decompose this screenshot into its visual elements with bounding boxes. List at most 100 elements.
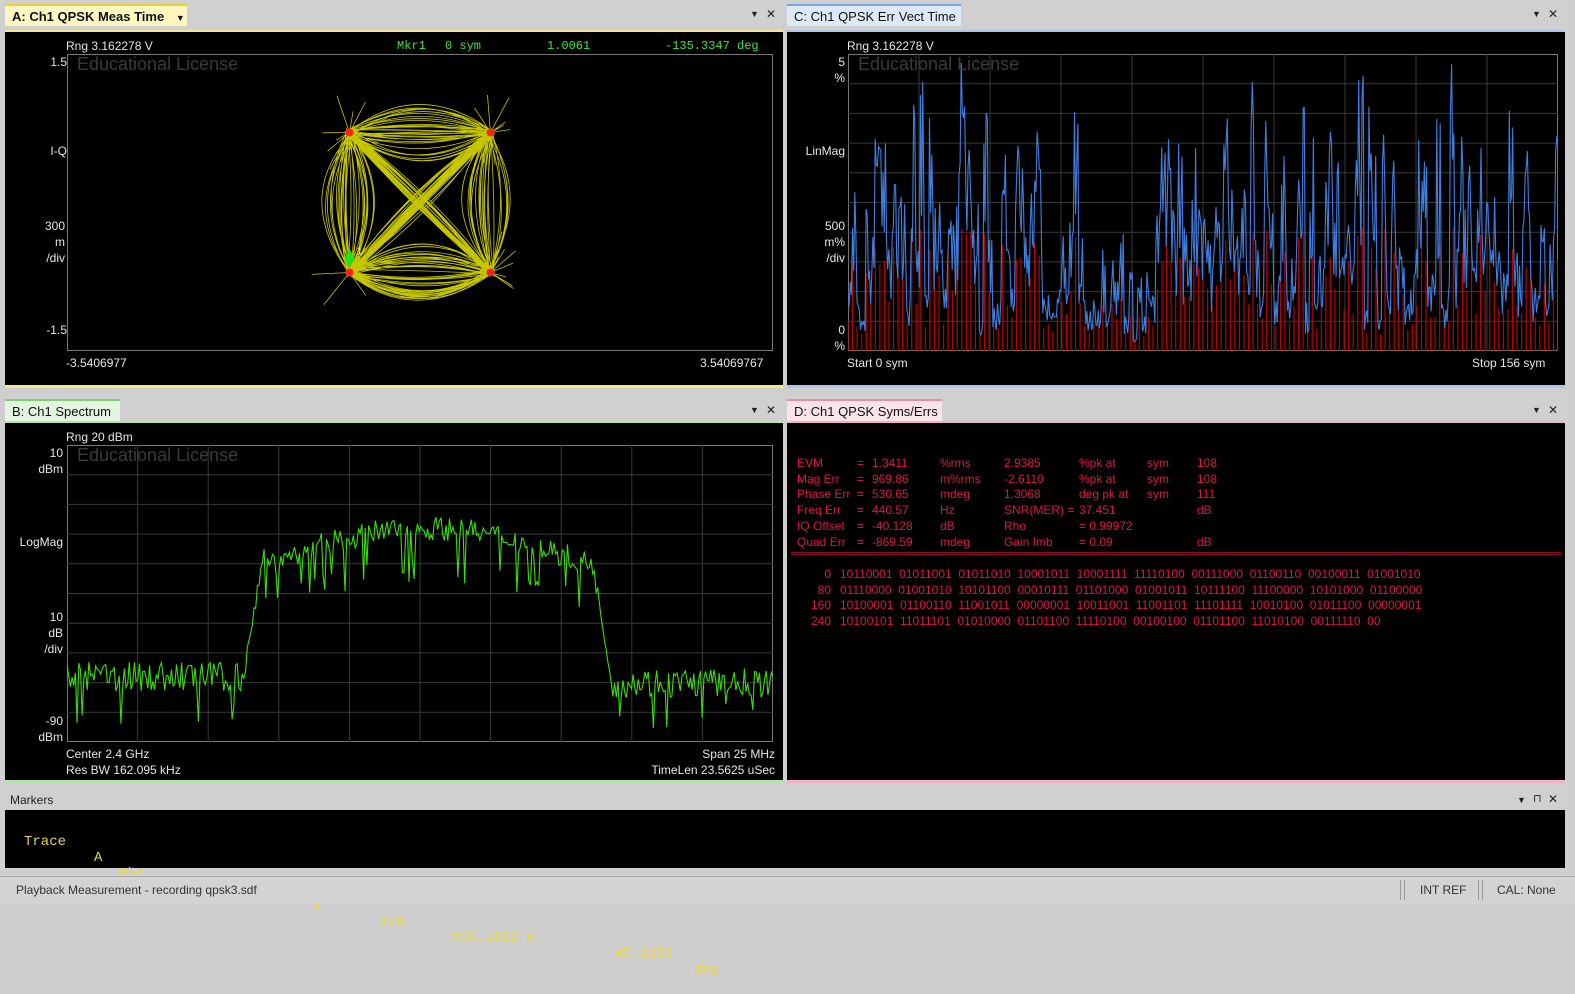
metric-cell: Phase Err (797, 487, 851, 502)
metric-cell: sym (1147, 487, 1169, 502)
bits-index: 0 (824, 567, 831, 581)
tab-pane-a[interactable]: A: Ch1 QPSK Meas Time ▼ (5, 4, 187, 26)
metric-cell: sym (1147, 456, 1169, 470)
y-axis-top: 1.5 (50, 55, 67, 69)
close-icon[interactable]: ✕ (766, 8, 776, 20)
tab-pane-d[interactable]: D: Ch1 QPSK Syms/Errs (787, 399, 942, 421)
metric-cell: 37.451 (1079, 503, 1116, 518)
metric-cell: 969.86 (872, 471, 909, 486)
y-scale-3: /div (44, 642, 63, 656)
markers-panel: Trace A Mkr 1: 0 sym 996.1882 m -45.2159… (5, 810, 1565, 978)
metric-cell: 1.3068 (1004, 487, 1041, 502)
dropdown-icon[interactable]: ▼ (1517, 795, 1526, 805)
metric-cell: 1.3411 (872, 456, 908, 470)
dropdown-icon[interactable]: ▼ (750, 404, 759, 416)
constellation-point (345, 128, 354, 137)
y-axis-top-2: % (834, 71, 845, 85)
marker-readout-phase: -135.3347 deg (665, 39, 759, 53)
constellation-point (486, 128, 495, 137)
metric-cell: IQ Offset (797, 518, 845, 533)
center-freq: Center 2.4 GHz (66, 747, 150, 761)
metric-cell: Mag Err (797, 471, 840, 486)
y-axis-label: LinMag (805, 144, 845, 158)
metric-cell: 108 (1197, 471, 1218, 486)
res-bw: Res BW 162.095 kHz (66, 763, 181, 777)
metric-cell: Freq Err (797, 503, 842, 518)
bits-row: 10100001 01100110 11001011 00000001 1001… (840, 598, 1422, 613)
bits-index: 240 (810, 614, 831, 629)
span: Span 25 MHz (702, 747, 775, 761)
range-label: Rng 20 dBm (66, 430, 133, 444)
metric-cell: = (857, 471, 865, 486)
metric-cell: 440.57 (872, 503, 909, 518)
y-axis-bottom-2: % (834, 339, 845, 353)
metric-cell: 530.65 (872, 487, 909, 502)
tab-label: B: Ch1 Spectrum (12, 404, 111, 419)
metric-cell: -2.6110 (1004, 471, 1044, 486)
close-icon[interactable]: ✕ (1548, 404, 1558, 416)
y-axis-bottom-1: 0 (838, 323, 845, 337)
watermark: Educational License (77, 54, 239, 74)
tab-pane-b[interactable]: B: Ch1 Spectrum (5, 399, 120, 421)
y-axis-bottom-2: dBm (38, 730, 63, 744)
tab-pane-c[interactable]: C: Ch1 QPSK Err Vect Time (787, 4, 961, 26)
metric-cell: = 0.99972 (1079, 518, 1133, 533)
metric-cell: = (857, 534, 865, 549)
constellation-chart[interactable]: 1 (67, 54, 773, 351)
metric-cell: -40.128 (872, 518, 913, 533)
y-axis-label: LogMag (19, 535, 63, 549)
y-scale-2: m (55, 235, 65, 249)
metric-cell: %pk at (1079, 471, 1116, 486)
dropdown-icon[interactable]: ▼ (1532, 404, 1541, 416)
y-scale-3: /div (46, 251, 65, 265)
metric-cell: m%rms (940, 471, 981, 486)
y-axis-bottom: -1.5 (46, 323, 67, 337)
y-axis-top-1: 5 (838, 55, 845, 69)
evm-chart[interactable] (848, 54, 1558, 351)
metrics-divider (791, 552, 1561, 555)
watermark: Educational License (77, 445, 239, 465)
metric-cell: 111 (1197, 487, 1216, 502)
y-axis-label: I-Q (50, 144, 67, 158)
metric-cell: 2.9385 (1004, 456, 1041, 470)
marker-y-value: 996.1882 m (451, 930, 536, 946)
marker-trace-label: Trace (24, 834, 67, 850)
pin-icon[interactable]: ⊓ (1533, 792, 1542, 805)
bits-row: 10100101 11011101 01010000 01101100 1111… (840, 614, 1381, 629)
marker-readout-x: 0 sym (445, 39, 482, 53)
iq-trajectory (311, 94, 516, 305)
close-icon[interactable]: ✕ (1548, 792, 1558, 806)
marker-row[interactable]: Trace A Mkr 1: 0 sym 996.1882 m -45.2159… (24, 818, 719, 994)
bits-row: 01110000 01001010 10101100 00010111 0110… (840, 582, 1423, 597)
int-ref-status[interactable]: INT REF (1420, 883, 1466, 897)
marker-trace-id: A (94, 850, 103, 866)
tab-label: D: Ch1 QPSK Syms/Errs (794, 404, 938, 419)
x-axis-left: -3.5406977 (66, 356, 127, 370)
y-scale-1: 300 (44, 219, 65, 233)
close-icon[interactable]: ✕ (766, 404, 776, 416)
metric-cell: = (857, 518, 865, 533)
bits-index: 160 (810, 598, 831, 613)
y-scale-3: /div (826, 251, 845, 265)
metric-cell: mdeg (940, 534, 971, 549)
chevron-down-icon[interactable]: ▼ (176, 13, 185, 23)
y-axis-top-2: dBm (38, 462, 63, 476)
dropdown-icon[interactable]: ▼ (750, 8, 759, 20)
x-axis-start: Start 0 sym (847, 356, 908, 370)
close-icon[interactable]: ✕ (1548, 8, 1558, 20)
bits-index: 80 (817, 582, 831, 597)
pane-b-tabbar (5, 395, 783, 421)
metric-cell: = (857, 456, 865, 470)
status-text: Playback Measurement - recording qpsk3.s… (16, 883, 257, 897)
metric-cell: Gain Imb (1004, 534, 1053, 549)
metric-cell: Quad Err (797, 534, 846, 549)
dropdown-icon[interactable]: ▼ (1532, 8, 1541, 20)
marker-readout-label: Mkr1 (397, 39, 426, 53)
spectrum-chart[interactable] (67, 445, 773, 742)
constellation-point (486, 268, 495, 277)
cal-status[interactable]: CAL: None (1497, 883, 1556, 897)
constellation-point (345, 268, 354, 277)
y-scale-1: 10 (49, 610, 63, 624)
status-bar: Playback Measurement - recording qpsk3.s… (0, 876, 1575, 904)
marker-number-label: 1 (357, 245, 363, 257)
